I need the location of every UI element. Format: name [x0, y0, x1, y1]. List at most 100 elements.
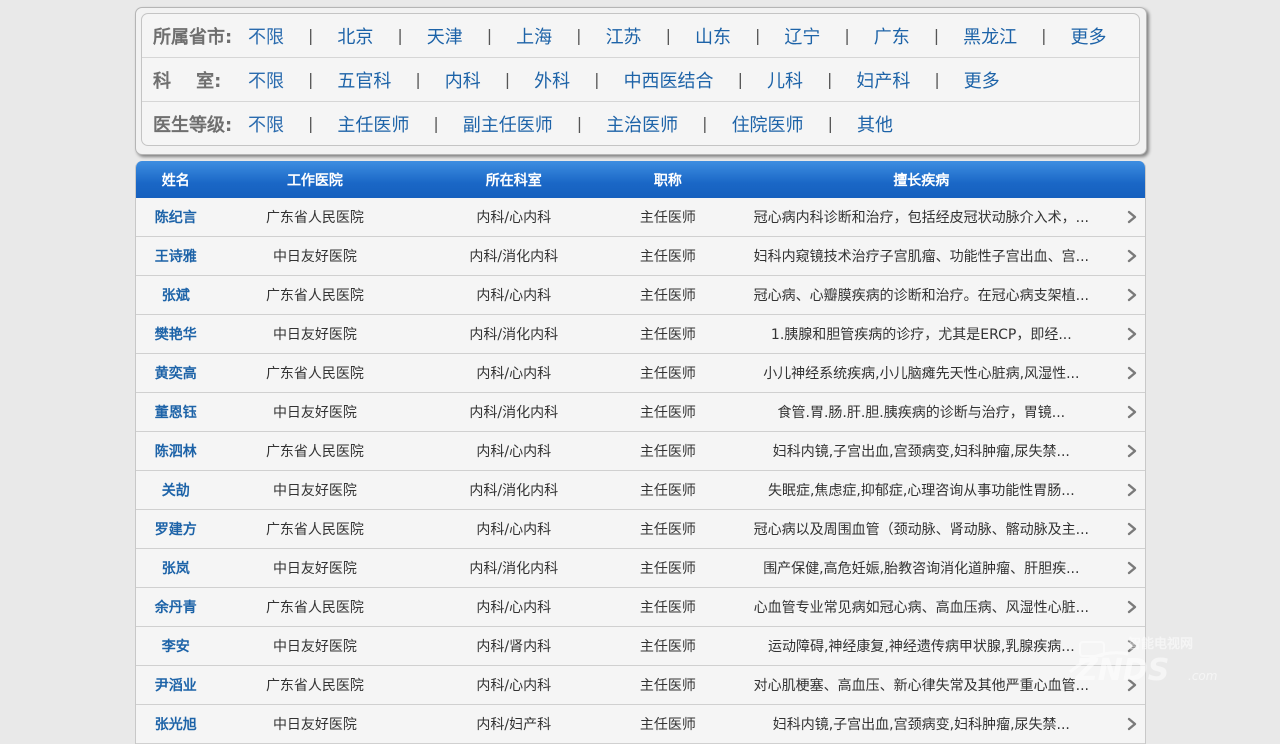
doctor-title: 主任医师: [639, 561, 696, 577]
specialty-text: 失眠症,焦虑症,抑郁症,心理咨询从事功能性胃肠...: [767, 483, 1075, 499]
filter-option[interactable]: 住院医师: [732, 111, 804, 137]
chevron-right-icon[interactable]: [1126, 483, 1145, 497]
department-name: 内科/消化内科: [469, 405, 559, 421]
filter-option[interactable]: 副主任医师: [463, 111, 553, 137]
specialty-text: 小儿神经系统疾病,小儿脑瘫先天性心脏病,风湿性...: [763, 366, 1080, 382]
filter-option[interactable]: 主治医师: [606, 111, 678, 137]
header-hospital: 工作医院: [286, 172, 343, 189]
table-row[interactable]: 樊艳华 中日友好医院 内科/消化内科 主任医师 1.胰腺和胆管疾病的诊疗，尤其是ERCP…: [136, 315, 1145, 354]
doctor-title: 主任医师: [639, 405, 696, 421]
filter-row: 医生等级: 不限 | 主任医师 | 副主任医师 | 主治医师 | 住院医师 | 其他: [142, 102, 1139, 145]
department-name: 内科/消化内科: [469, 327, 559, 343]
chevron-right-icon[interactable]: [1126, 600, 1145, 614]
table-row[interactable]: 张岚 中日友好医院 内科/消化内科 主任医师 围产保健,高危妊娠,胎教咨询消化道肿瘤、肝…: [136, 549, 1145, 588]
filter-option[interactable]: 山东: [695, 23, 731, 49]
chevron-right-icon[interactable]: [1126, 288, 1145, 302]
filter-separator: |: [933, 26, 940, 45]
table-row[interactable]: 张光旭 中日友好医院 内科/妇产科 主任医师 妇科内镜,子宫出血,宫颈病变,妇科肿瘤,尿…: [136, 705, 1145, 744]
table-row[interactable]: 关劼 中日友好医院 内科/消化内科 主任医师 失眠症,焦虑症,抑郁症,心理咨询从事功能性…: [136, 471, 1145, 510]
filter-option[interactable]: 辽宁: [784, 23, 820, 49]
table-header: 姓名 工作医院 所在科室 职称 擅长疾病: [136, 161, 1145, 198]
department-name: 内科/心内科: [476, 210, 552, 226]
filter-option[interactable]: 中西医结合: [624, 67, 714, 93]
doctor-name: 张光旭: [154, 717, 197, 733]
header-department: 所在科室: [485, 172, 542, 189]
table-row[interactable]: 李安 中日友好医院 内科/肾内科 主任医师 运动障碍,神经康复,神经遗传病甲状腺,乳腺疾…: [136, 627, 1145, 666]
filter-option[interactable]: 不限: [248, 67, 284, 93]
filter-option[interactable]: 江苏: [606, 23, 642, 49]
filter-option[interactable]: 上海: [516, 23, 552, 49]
hospital-name: 广东省人民医院: [265, 600, 364, 616]
table-row[interactable]: 余丹青 广东省人民医院 内科/心内科 主任医师 心血管专业常见病如冠心病、高血压病、风湿…: [136, 588, 1145, 627]
doctor-name: 张斌: [161, 288, 190, 304]
chevron-right-icon[interactable]: [1126, 405, 1145, 419]
doctor-title: 主任医师: [639, 483, 696, 499]
doctor-title: 主任医师: [639, 522, 696, 538]
header-name: 姓名: [161, 172, 190, 189]
hospital-name: 中日友好医院: [272, 405, 357, 421]
chevron-right-icon[interactable]: [1126, 717, 1145, 731]
doctor-title: 主任医师: [639, 366, 696, 382]
table-row[interactable]: 黄奕高 广东省人民医院 内科/心内科 主任医师 小儿神经系统疾病,小儿脑瘫先天性心脏病,…: [136, 354, 1145, 393]
department-name: 内科/消化内科: [469, 561, 559, 577]
doctor-name: 陈纪言: [154, 210, 197, 226]
filter-separator: |: [486, 26, 493, 45]
filter-option[interactable]: 五官科: [337, 67, 391, 93]
filter-option[interactable]: 更多: [1071, 23, 1107, 49]
chevron-right-icon[interactable]: [1126, 249, 1145, 263]
filter-option[interactable]: 广东: [874, 23, 910, 49]
table-row[interactable]: 陈泗林 广东省人民医院 内科/心内科 主任医师 妇科内镜,子宫出血,宫颈病变,妇科肿瘤,…: [136, 432, 1145, 471]
filter-separator: |: [1041, 26, 1047, 45]
doctor-name: 尹滔业: [154, 678, 197, 694]
filter-option[interactable]: 不限: [248, 111, 284, 137]
filter-option[interactable]: 更多: [964, 67, 1000, 93]
filter-separator: |: [844, 26, 850, 45]
doctor-title: 主任医师: [639, 210, 696, 226]
hospital-name: 中日友好医院: [272, 717, 357, 733]
filter-option[interactable]: 主任医师: [337, 111, 409, 137]
chevron-right-icon[interactable]: [1126, 366, 1145, 380]
filter-option[interactable]: 黑龙江: [963, 23, 1017, 49]
chevron-right-icon[interactable]: [1126, 327, 1145, 341]
hospital-name: 中日友好医院: [272, 249, 357, 265]
hospital-name: 中日友好医院: [272, 639, 357, 655]
table-row[interactable]: 陈纪言 广东省人民医院 内科/心内科 主任医师 冠心病内科诊断和治疗，包括经皮冠状动脉介…: [136, 198, 1145, 237]
filter-option[interactable]: 儿科: [767, 67, 803, 93]
filter-option[interactable]: 其他: [857, 111, 893, 137]
filter-row: 科 室: 不限 | 五官科 | 内科 | 外科 | 中西医结合 | 儿科 | 妇产科 | 更多: [142, 58, 1139, 102]
filter-option[interactable]: 北京: [337, 23, 373, 49]
chevron-right-icon[interactable]: [1126, 678, 1145, 692]
doctor-name: 董恩钰: [154, 405, 197, 421]
filter-option[interactable]: 不限: [248, 23, 284, 49]
table-row[interactable]: 张斌 广东省人民医院 内科/心内科 主任医师 冠心病、心瓣膜疾病的诊断和治疗。在冠心病支…: [136, 276, 1145, 315]
filter-separator: |: [702, 114, 708, 133]
doctor-name: 罗建方: [154, 522, 197, 538]
chevron-right-icon[interactable]: [1126, 210, 1145, 224]
chevron-right-icon[interactable]: [1126, 444, 1145, 458]
hospital-name: 广东省人民医院: [265, 444, 364, 460]
filter-separator: |: [665, 26, 671, 45]
hospital-name: 广东省人民医院: [265, 288, 364, 304]
specialty-text: 心血管专业常见病如冠心病、高血压病、风湿性心脏...: [753, 600, 1089, 616]
department-name: 内科/肾内科: [476, 639, 552, 655]
chevron-right-icon[interactable]: [1126, 639, 1145, 653]
specialty-text: 1.胰腺和胆管疾病的诊疗，尤其是ERCP，即经...: [770, 327, 1072, 343]
hospital-name: 广东省人民医院: [265, 522, 364, 538]
filter-separator: |: [308, 70, 314, 89]
filter-option[interactable]: 内科: [445, 67, 481, 93]
table-row[interactable]: 尹滔业 广东省人民医院 内科/心内科 主任医师 对心肌梗塞、高血压、新心律失常及其他严重…: [136, 666, 1145, 705]
table-row[interactable]: 罗建方 广东省人民医院 内科/心内科 主任医师 冠心病以及周围血管（颈动脉、肾动脉、髂动…: [136, 510, 1145, 549]
table-row[interactable]: 王诗雅 中日友好医院 内科/消化内科 主任医师 妇科内窥镜技术治疗子宫肌瘤、功能性子宫出…: [136, 237, 1145, 276]
chevron-right-icon[interactable]: [1126, 522, 1145, 536]
hospital-name: 广东省人民医院: [265, 366, 364, 382]
filter-separator: |: [415, 70, 421, 89]
filter-option[interactable]: 妇产科: [856, 67, 910, 93]
filter-option[interactable]: 天津: [427, 23, 463, 49]
specialty-text: 冠心病以及周围血管（颈动脉、肾动脉、髂动脉及主...: [753, 522, 1089, 538]
chevron-right-icon[interactable]: [1126, 561, 1145, 575]
filter-separator: |: [594, 70, 600, 89]
table-row[interactable]: 董恩钰 中日友好医院 内科/消化内科 主任医师 食管.胃.肠.肝.胆.胰疾病的诊断与治疗…: [136, 393, 1145, 432]
filter-option[interactable]: 外科: [534, 67, 570, 93]
table-body: 陈纪言 广东省人民医院 内科/心内科 主任医师 冠心病内科诊断和治疗，包括经皮冠状动脉介…: [136, 198, 1145, 744]
filter-panel: 所属省市: 不限 | 北京 | 天津 | 上海 | 江苏 | 山东 | 辽宁 | 广东 | 黑龙江 | 更多科 室: 不…: [141, 13, 1140, 146]
